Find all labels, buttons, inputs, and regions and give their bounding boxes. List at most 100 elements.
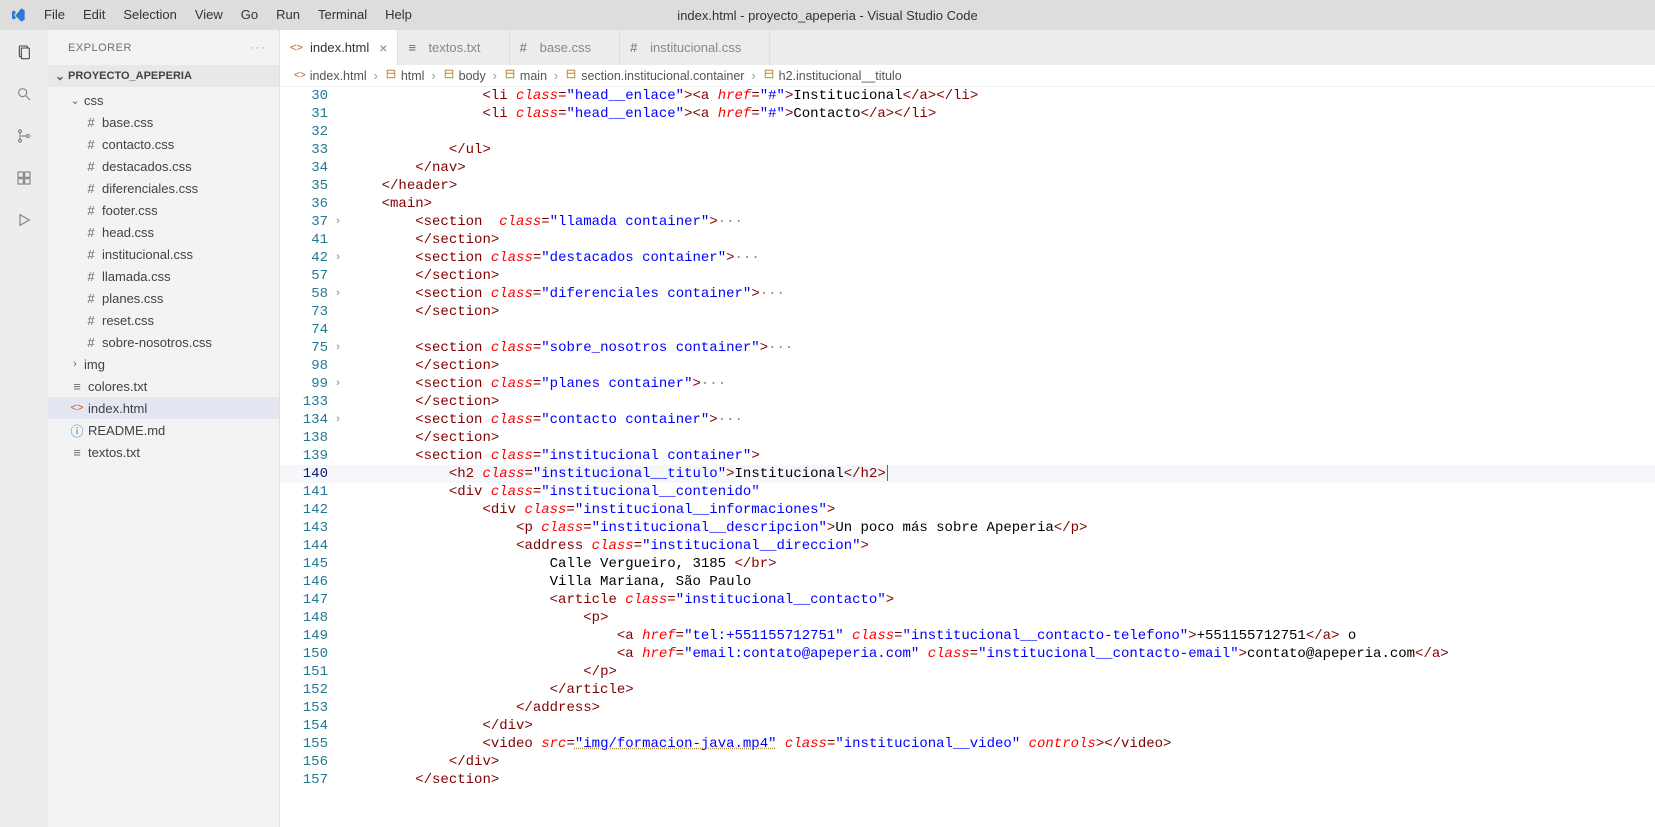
code-content[interactable]: </section> xyxy=(348,303,499,321)
code-line[interactable]: 32 xyxy=(280,123,1655,141)
sidebar-more-icon[interactable]: ··· xyxy=(250,42,267,54)
code-line[interactable]: 30 <li class="head__enlace"><a href="#">… xyxy=(280,87,1655,105)
code-line[interactable]: 42› <section class="destacados container… xyxy=(280,249,1655,267)
code-content[interactable]: <address class="institucional__direccion… xyxy=(348,537,869,555)
breadcrumbs[interactable]: <>index.html›html›body›main›section.inst… xyxy=(280,65,1655,87)
code-content[interactable]: <article class="institucional__contacto"… xyxy=(348,591,894,609)
explorer-icon[interactable] xyxy=(12,40,36,64)
fold-toggle-icon[interactable]: › xyxy=(328,339,348,357)
file-item[interactable]: ⓘREADME.md xyxy=(48,419,279,441)
code-content[interactable]: <li class="head__enlace"><a href="#">Con… xyxy=(348,105,936,123)
menu-file[interactable]: File xyxy=(35,0,74,30)
fold-toggle-icon[interactable]: › xyxy=(328,249,348,267)
code-content[interactable]: <div class="institucional__informaciones… xyxy=(348,501,835,519)
code-content[interactable]: </section> xyxy=(348,771,499,789)
code-line[interactable]: 138 </section> xyxy=(280,429,1655,447)
run-debug-icon[interactable] xyxy=(12,208,36,232)
code-line[interactable]: 35 </header> xyxy=(280,177,1655,195)
breadcrumb-item[interactable]: h2.institucional__titulo xyxy=(763,68,902,83)
code-line[interactable]: 154 </div> xyxy=(280,717,1655,735)
code-content[interactable]: Villa Mariana, São Paulo xyxy=(348,573,751,591)
code-content[interactable]: <p> xyxy=(348,609,608,627)
code-content[interactable]: <section class="institucional container"… xyxy=(348,447,760,465)
menu-help[interactable]: Help xyxy=(376,0,421,30)
code-line[interactable]: 98 </section> xyxy=(280,357,1655,375)
code-content[interactable]: </header> xyxy=(348,177,457,195)
folder-item[interactable]: ⌄css xyxy=(48,89,279,111)
code-line[interactable]: 152 </article> xyxy=(280,681,1655,699)
code-line[interactable]: 140 <h2 class="institucional__titulo">In… xyxy=(280,465,1655,483)
code-line[interactable]: 31 <li class="head__enlace"><a href="#">… xyxy=(280,105,1655,123)
source-control-icon[interactable] xyxy=(12,124,36,148)
code-content[interactable]: </section> xyxy=(348,267,499,285)
code-line[interactable]: 141 <div class="institucional__contenido… xyxy=(280,483,1655,501)
code-content[interactable]: </section> xyxy=(348,357,499,375)
file-item[interactable]: ≡textos.txt xyxy=(48,441,279,463)
file-item[interactable]: #contacto.css xyxy=(48,133,279,155)
code-line[interactable]: 144 <address class="institucional__direc… xyxy=(280,537,1655,555)
breadcrumb-item[interactable]: section.institucional.container xyxy=(565,68,744,83)
code-content[interactable]: <li class="head__enlace"><a href="#">Ins… xyxy=(348,87,978,105)
breadcrumb-item[interactable]: html xyxy=(385,68,425,83)
code-line[interactable]: 139 <section class="institucional contai… xyxy=(280,447,1655,465)
code-content[interactable]: <div class="institucional__contenido" xyxy=(348,483,760,501)
code-content[interactable]: <main> xyxy=(348,195,432,213)
code-content[interactable]: </ul> xyxy=(348,141,491,159)
extensions-icon[interactable] xyxy=(12,166,36,190)
breadcrumb-item[interactable]: <>index.html xyxy=(294,69,367,83)
code-line[interactable]: 57 </section> xyxy=(280,267,1655,285)
file-item[interactable]: #base.css xyxy=(48,111,279,133)
code-line[interactable]: 148 <p> xyxy=(280,609,1655,627)
file-item[interactable]: #destacados.css xyxy=(48,155,279,177)
breadcrumb-item[interactable]: main xyxy=(504,68,547,83)
code-content[interactable]: </div> xyxy=(348,753,499,771)
file-item[interactable]: #planes.css xyxy=(48,287,279,309)
code-line[interactable]: 156 </div> xyxy=(280,753,1655,771)
project-header[interactable]: ⌄ PROYECTO_APEPERIA xyxy=(48,65,279,87)
menu-edit[interactable]: Edit xyxy=(74,0,114,30)
code-line[interactable]: 36 <main> xyxy=(280,195,1655,213)
code-line[interactable]: 34 </nav> xyxy=(280,159,1655,177)
code-line[interactable]: 151 </p> xyxy=(280,663,1655,681)
code-line[interactable]: 145 Calle Vergueiro, 3185 </br> xyxy=(280,555,1655,573)
code-line[interactable]: 149 <a href="tel:+551155712751" class="i… xyxy=(280,627,1655,645)
code-line[interactable]: 37› <section class="llamada container">·… xyxy=(280,213,1655,231)
breadcrumb-item[interactable]: body xyxy=(443,68,486,83)
code-content[interactable]: </p> xyxy=(348,663,617,681)
code-line[interactable]: 146 Villa Mariana, São Paulo xyxy=(280,573,1655,591)
editor-tab[interactable]: #institucional.css× xyxy=(620,30,770,65)
code-content[interactable]: <section class="sobre_nosotros container… xyxy=(348,339,793,357)
code-content[interactable]: <p class="institucional__descripcion">Un… xyxy=(348,519,1087,537)
code-content[interactable]: </section> xyxy=(348,393,499,411)
code-content[interactable]: </address> xyxy=(348,699,600,717)
code-content[interactable]: </nav> xyxy=(348,159,466,177)
code-line[interactable]: 155 <video src="img/formacion-java.mp4" … xyxy=(280,735,1655,753)
file-item[interactable]: #footer.css xyxy=(48,199,279,221)
menu-selection[interactable]: Selection xyxy=(114,0,185,30)
code-line[interactable]: 41 </section> xyxy=(280,231,1655,249)
editor-tab[interactable]: #base.css× xyxy=(510,30,621,65)
fold-toggle-icon[interactable]: › xyxy=(328,411,348,429)
search-icon[interactable] xyxy=(12,82,36,106)
code-editor[interactable]: 30 <li class="head__enlace"><a href="#">… xyxy=(280,87,1655,827)
code-content[interactable]: <section class="llamada container">··· xyxy=(348,213,743,231)
file-item[interactable]: ≡colores.txt xyxy=(48,375,279,397)
file-item[interactable]: <>index.html xyxy=(48,397,279,419)
menu-terminal[interactable]: Terminal xyxy=(309,0,376,30)
code-line[interactable]: 133 </section> xyxy=(280,393,1655,411)
code-line[interactable]: 33 </ul> xyxy=(280,141,1655,159)
code-content[interactable]: </article> xyxy=(348,681,634,699)
editor-tab[interactable]: ≡textos.txt× xyxy=(398,30,509,65)
code-line[interactable]: 58› <section class="diferenciales contai… xyxy=(280,285,1655,303)
code-content[interactable]: <a href="email:contato@apeperia.com" cla… xyxy=(348,645,1449,663)
code-line[interactable]: 74 xyxy=(280,321,1655,339)
code-line[interactable]: 99› <section class="planes container">··… xyxy=(280,375,1655,393)
fold-toggle-icon[interactable]: › xyxy=(328,213,348,231)
code-content[interactable]: <section class="diferenciales container"… xyxy=(348,285,785,303)
code-line[interactable]: 134› <section class="contacto container"… xyxy=(280,411,1655,429)
code-content[interactable]: </div> xyxy=(348,717,533,735)
fold-toggle-icon[interactable]: › xyxy=(328,285,348,303)
file-item[interactable]: #diferenciales.css xyxy=(48,177,279,199)
code-line[interactable]: 157 </section> xyxy=(280,771,1655,789)
code-line[interactable]: 153 </address> xyxy=(280,699,1655,717)
